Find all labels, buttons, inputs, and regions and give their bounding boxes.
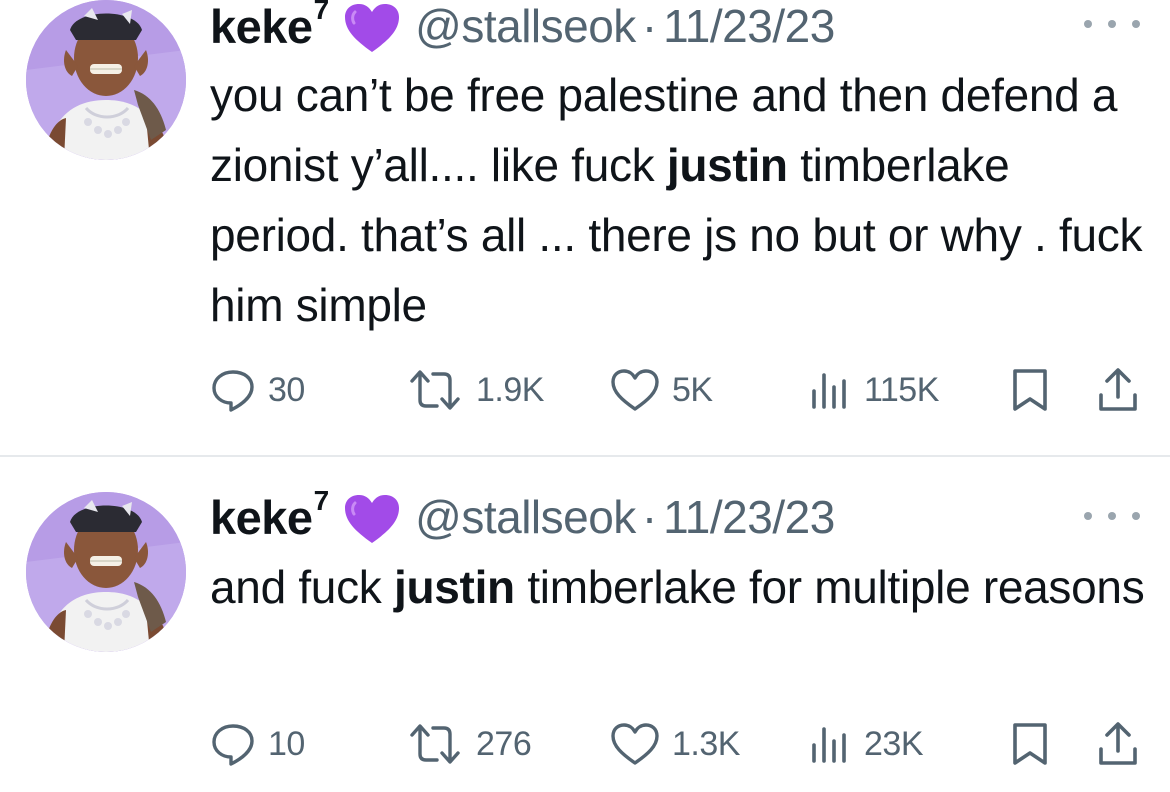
- repost-count: 1.9K: [476, 370, 544, 409]
- bookmark-button[interactable]: [1009, 365, 1051, 415]
- reply-icon: [212, 724, 254, 766]
- tweet-actions: 10 276 1.3K 23K: [210, 719, 1150, 769]
- tweet-actions: 30 1.9K 5K 115K: [210, 365, 1150, 415]
- tweet-header: keke 7 @stallseok · 11/23/23: [210, 485, 835, 547]
- repost-button[interactable]: 276: [406, 719, 532, 769]
- tweet-text-part: timberlake for multiple reasons: [514, 561, 1145, 613]
- bookmark-icon: [1013, 369, 1047, 411]
- reply-count: 10: [268, 724, 305, 763]
- share-button[interactable]: [1096, 719, 1140, 769]
- reply-button[interactable]: 30: [210, 365, 305, 415]
- separator-dot: ·: [641, 0, 658, 52]
- like-icon: [611, 369, 659, 411]
- bookmark-button[interactable]: [1009, 719, 1051, 769]
- share-icon: [1099, 722, 1137, 765]
- more-options-icon[interactable]: [1084, 508, 1140, 524]
- purple-heart-icon: [343, 2, 401, 54]
- user-handle[interactable]: @stallseok: [415, 0, 636, 53]
- tweet-date[interactable]: 11/23/23: [663, 0, 835, 53]
- like-button[interactable]: 1.3K: [610, 719, 740, 769]
- avatar[interactable]: [26, 0, 186, 160]
- tweet-header: keke 7 @stallseok · 11/23/23: [210, 0, 835, 56]
- avatar[interactable]: [26, 492, 186, 652]
- display-name-superscript: 7: [313, 485, 330, 516]
- tweet[interactable]: keke 7 @stallseok · 11/23/23 you can’t b…: [0, 0, 1170, 456]
- purple-heart-icon: [343, 493, 401, 545]
- like-count: 1.3K: [672, 724, 740, 763]
- reply-icon: [212, 370, 254, 412]
- repost-icon: [410, 724, 460, 764]
- share-icon: [1099, 368, 1137, 411]
- tweet-text-part: and fuck: [210, 561, 394, 613]
- repost-count: 276: [476, 724, 532, 763]
- more-options-icon[interactable]: [1084, 16, 1140, 32]
- tweet-text: and fuck justin timberlake for multiple …: [210, 552, 1150, 622]
- highlighted-keyword: justin: [666, 139, 788, 191]
- user-handle[interactable]: @stallseok: [415, 490, 636, 544]
- reply-count: 30: [268, 370, 305, 409]
- separator-dot: ·: [641, 491, 658, 543]
- bookmark-icon: [1013, 723, 1047, 765]
- views-count: 23K: [864, 724, 924, 763]
- display-name[interactable]: keke: [210, 490, 313, 545]
- like-count: 5K: [672, 370, 713, 409]
- views-icon: [812, 373, 846, 409]
- display-name[interactable]: keke: [210, 0, 313, 54]
- avatar-image: [26, 0, 186, 160]
- display-name-superscript: 7: [313, 0, 330, 25]
- avatar-image: [26, 492, 186, 652]
- views-button[interactable]: 115K: [808, 365, 939, 415]
- tweet[interactable]: keke 7 @stallseok · 11/23/23 and fuck ju…: [0, 457, 1170, 792]
- tweet-date[interactable]: 11/23/23: [663, 490, 835, 544]
- views-count: 115K: [864, 370, 939, 409]
- like-button[interactable]: 5K: [610, 365, 713, 415]
- repost-icon: [410, 370, 460, 410]
- tweet-text: you can’t be free palestine and then def…: [210, 60, 1150, 340]
- like-icon: [611, 723, 659, 765]
- views-button[interactable]: 23K: [808, 719, 924, 769]
- highlighted-keyword: justin: [393, 561, 515, 613]
- share-button[interactable]: [1096, 365, 1140, 415]
- repost-button[interactable]: 1.9K: [406, 365, 544, 415]
- views-icon: [812, 727, 846, 763]
- reply-button[interactable]: 10: [210, 719, 305, 769]
